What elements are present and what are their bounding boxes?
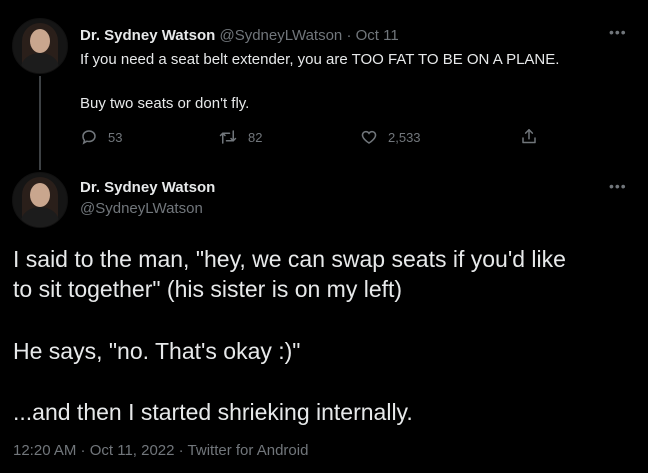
tweet-text-line: If you need a seat belt extender, you ar… [80, 51, 560, 68]
tweet-timestamp[interactable]: 12:20 AM · Oct 11, 2022 · Twitter for An… [13, 442, 308, 459]
more-icon[interactable]: ••• [609, 24, 627, 40]
reply-button[interactable]: 53 [80, 128, 122, 146]
tweet-text-line: He says, "no. That's okay :)" [13, 338, 301, 364]
retweet-count: 82 [248, 129, 263, 145]
retweet-button[interactable]: 82 [218, 128, 262, 146]
tweet-header: Dr. Sydney Watson @SydneyLWatson · Oct 1… [80, 27, 399, 44]
like-count: 2,533 [388, 129, 421, 145]
share-button[interactable] [520, 127, 538, 146]
reply-icon [80, 128, 98, 146]
author-name[interactable]: Dr. Sydney Watson [80, 27, 215, 44]
tweet-date[interactable]: Oct 11 [356, 27, 399, 44]
avatar[interactable] [12, 18, 68, 74]
share-icon [520, 127, 538, 146]
tweet-text-line: ...and then I started shrieking internal… [13, 399, 413, 425]
heart-icon [360, 128, 378, 146]
author-handle[interactable]: @SydneyLWatson [219, 27, 342, 44]
author-handle[interactable]: @SydneyLWatson [80, 200, 203, 217]
reply-count: 53 [108, 129, 123, 145]
retweet-icon [218, 128, 238, 146]
tweet-text-line: to sit together" (his sister is on my le… [13, 276, 403, 302]
thread-line [39, 76, 41, 170]
tweet-text-line: I said to the man, "hey, we can swap sea… [13, 246, 566, 272]
avatar[interactable] [12, 172, 68, 228]
author-name[interactable]: Dr. Sydney Watson [80, 179, 215, 196]
like-button[interactable]: 2,533 [360, 128, 421, 146]
tweet-text-line: Buy two seats or don't fly. [80, 95, 250, 112]
more-icon[interactable]: ••• [609, 178, 627, 194]
separator-dot: · [346, 27, 352, 44]
